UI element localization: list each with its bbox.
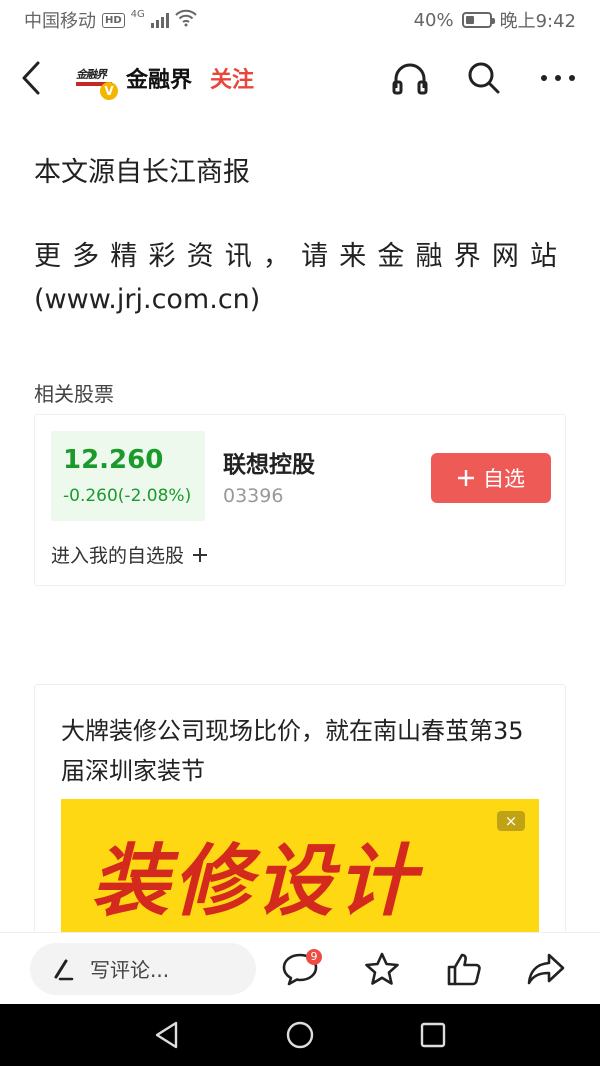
- stock-change: -0.260(-2.08%): [63, 486, 192, 506]
- search-icon[interactable]: [462, 56, 506, 100]
- stock-price: 12.260: [63, 445, 164, 475]
- logo-text: 金融界: [76, 68, 107, 81]
- verified-icon: V: [100, 82, 118, 100]
- brand-logo[interactable]: 金融界 V: [74, 60, 118, 100]
- my-watchlist-label: 进入我的自选股: [51, 545, 185, 567]
- battery-percent: 40%: [413, 9, 454, 31]
- stock-name[interactable]: 联想控股: [223, 445, 315, 479]
- comment-count-badge: 9: [306, 948, 322, 965]
- thumbs-up-icon[interactable]: [440, 945, 488, 993]
- comment-input[interactable]: 写评论...: [30, 942, 256, 995]
- nav-back-icon[interactable]: [147, 1015, 187, 1055]
- share-icon[interactable]: [522, 945, 570, 993]
- comment-icon[interactable]: 9: [276, 945, 324, 993]
- headphones-icon[interactable]: [388, 56, 432, 100]
- site-url: (www.jrj.com.cn): [34, 284, 261, 315]
- add-watch-label: 自选: [483, 467, 525, 491]
- carrier-label: 中国移动: [24, 11, 96, 32]
- status-bar: 中国移动 HD 4G 40% 晚上9:42: [0, 0, 600, 40]
- plus-icon: [458, 470, 474, 486]
- nav-home-icon[interactable]: [280, 1015, 320, 1055]
- battery-icon: [461, 12, 495, 28]
- star-icon[interactable]: [358, 945, 406, 993]
- more-icon[interactable]: [536, 56, 580, 100]
- related-stocks-label: 相关股票: [34, 382, 114, 406]
- bottom-action-bar: 写评论... 9: [0, 932, 600, 1004]
- price-box: 12.260 -0.260(-2.08%): [51, 431, 205, 521]
- stock-card[interactable]: 12.260 -0.260(-2.08%) 联想控股 03396 自选 进入我的…: [34, 414, 566, 586]
- comment-placeholder: 写评论...: [90, 958, 170, 982]
- wifi-icon: [175, 9, 197, 32]
- close-icon[interactable]: ×: [497, 811, 525, 831]
- more-info-text: 更多精彩资讯，请来金融界网站: [34, 241, 566, 272]
- network-type: 4G: [130, 8, 145, 20]
- back-icon[interactable]: [20, 58, 60, 98]
- hd-badge: HD: [102, 12, 125, 28]
- signal-icon: [150, 12, 169, 28]
- stock-code: 03396: [223, 485, 284, 507]
- article-source: 本文源自长江商报: [34, 157, 250, 188]
- app-header: 金融界 V 金融界 关注: [0, 48, 600, 108]
- ad-image-text: 装修设计: [91, 837, 420, 927]
- add-to-watchlist-button[interactable]: 自选: [431, 453, 551, 503]
- follow-button[interactable]: 关注: [210, 62, 254, 94]
- plus-icon: [193, 548, 208, 562]
- my-watchlist-link[interactable]: 进入我的自选股: [51, 541, 208, 568]
- brand-name[interactable]: 金融界: [126, 62, 192, 94]
- clock: 晚上9:42: [499, 11, 576, 32]
- nav-recents-icon[interactable]: [413, 1015, 453, 1055]
- system-nav-bar: [0, 1004, 600, 1066]
- ad-title[interactable]: 大牌装修公司现场比价，就在南山春茧第35届深圳家装节: [61, 711, 545, 791]
- pen-icon: [54, 959, 74, 980]
